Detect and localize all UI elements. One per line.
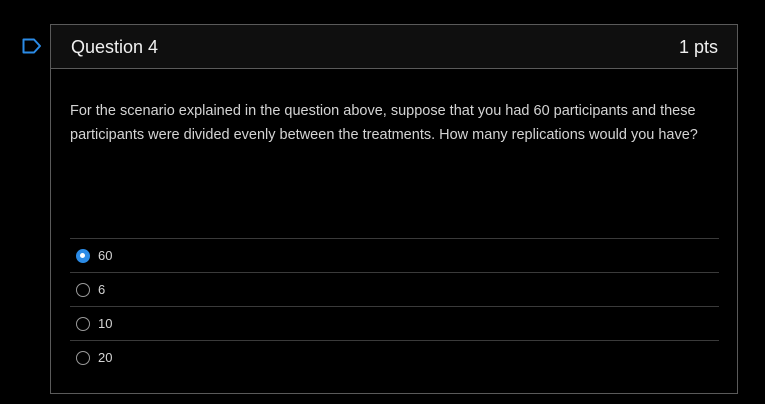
question-card: Question 4 1 pts For the scenario explai…: [50, 24, 738, 394]
question-title: Question 4: [71, 37, 159, 57]
answer-list: 60 6 10 20: [70, 238, 719, 374]
flag-icon[interactable]: [22, 38, 42, 54]
answer-label: 20: [98, 350, 113, 365]
radio-button[interactable]: [76, 350, 90, 365]
answer-label: 10: [98, 316, 113, 331]
answer-option[interactable]: 6: [70, 272, 719, 306]
radio-button[interactable]: [76, 316, 90, 331]
answer-option[interactable]: 60: [70, 238, 719, 272]
radio-button[interactable]: [76, 248, 90, 263]
answer-label: 60: [98, 248, 113, 263]
question-header: Question 4 1 pts: [51, 25, 737, 69]
question-points: 1 pts: [678, 37, 718, 57]
answer-label: 6: [98, 282, 106, 297]
answer-option[interactable]: 20: [70, 340, 719, 374]
answer-option[interactable]: 10: [70, 306, 719, 340]
radio-button[interactable]: [76, 282, 90, 297]
question-text: For the scenario explained in the questi…: [70, 103, 698, 143]
